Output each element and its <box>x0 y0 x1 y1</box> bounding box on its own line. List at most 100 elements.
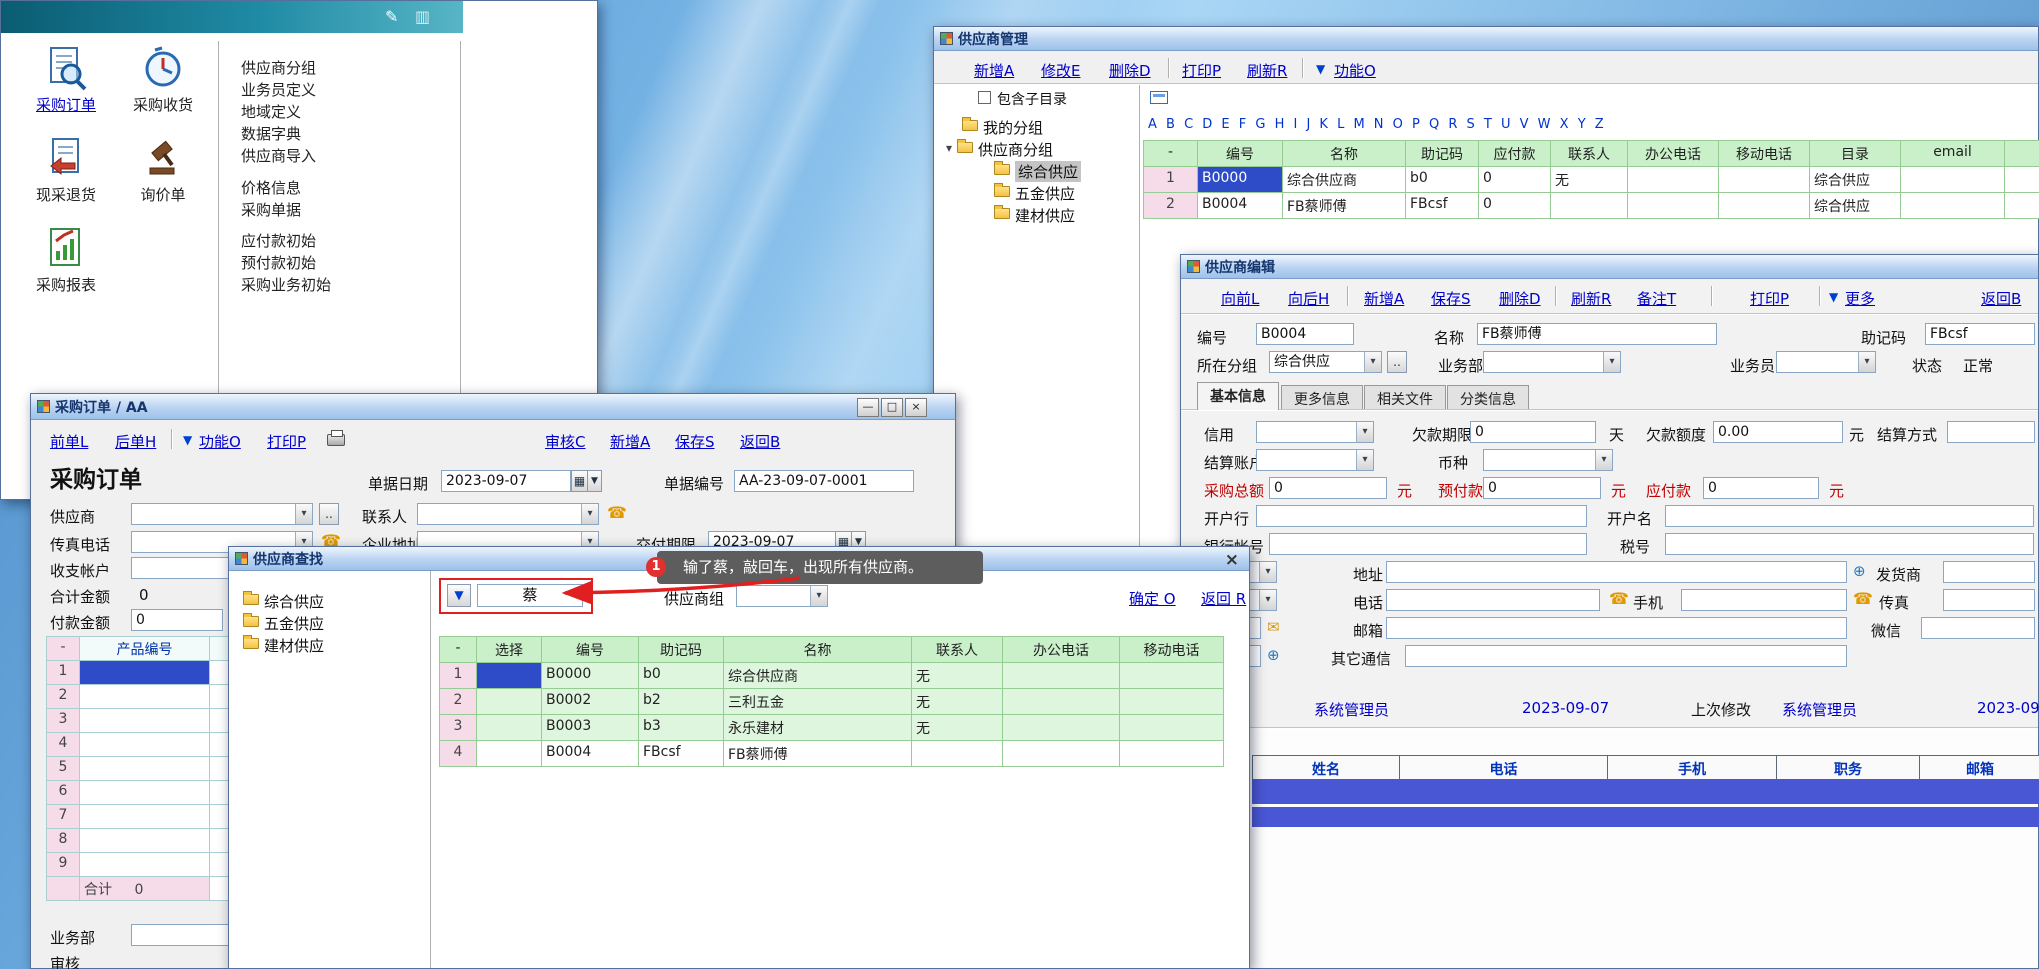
minimize-button[interactable]: — <box>857 398 879 417</box>
next-button[interactable]: 向后H <box>1288 288 1329 309</box>
prev-doc-button[interactable]: 前单L <box>50 431 88 452</box>
back-button[interactable]: 返回B <box>740 431 780 452</box>
refresh-button[interactable]: 刷新R <box>1247 60 1287 81</box>
bank-account-field[interactable] <box>1269 533 1587 555</box>
close-icon[interactable]: × <box>1225 552 1239 569</box>
wechat-field[interactable] <box>1921 617 2035 639</box>
supplier-group-combo[interactable] <box>736 585 828 607</box>
prepay-field[interactable]: 0 <box>1483 477 1601 499</box>
select-cell[interactable] <box>477 663 542 689</box>
save-button[interactable]: 保存S <box>1431 288 1471 309</box>
back-button[interactable]: 返回B <box>1981 288 2021 309</box>
alphabet-filter[interactable]: A B C D E F G H I J K L M N O P Q R S T … <box>1148 117 1604 132</box>
email-field[interactable] <box>1386 617 1847 639</box>
cell-code[interactable]: B0002 <box>542 689 639 715</box>
tree-item-hardware-suppliers[interactable]: 五金供应 <box>994 183 1075 204</box>
mobile-field[interactable] <box>1681 589 1847 611</box>
row-number-cell[interactable]: 3 <box>440 715 477 741</box>
add-button[interactable]: 新增A <box>1364 288 1404 309</box>
more-button[interactable]: 更多 <box>1845 288 1875 309</box>
cell-contact[interactable]: 无 <box>912 715 1003 741</box>
cell-mobile[interactable] <box>1120 689 1224 715</box>
doc-date-field[interactable]: 2023-09-07 <box>441 470 571 492</box>
cell-mobile[interactable] <box>1719 167 1810 193</box>
cell[interactable] <box>2005 193 2039 219</box>
edit-button[interactable]: 修改E <box>1041 60 1080 81</box>
cell-name[interactable]: 综合供应商 <box>724 663 912 689</box>
cell-payable[interactable]: 0 <box>1479 193 1551 219</box>
row-number-cell[interactable]: 4 <box>47 733 80 757</box>
cell-code[interactable]: B0000 <box>542 663 639 689</box>
ok-button[interactable]: 确定 O <box>1129 588 1176 609</box>
tree-item-hardware-suppliers[interactable]: 五金供应 <box>243 613 324 634</box>
code-field[interactable]: B0004 <box>1256 323 1354 345</box>
nav-inquiry[interactable]: 询价单 <box>115 135 211 205</box>
settle-method-field[interactable] <box>1947 421 2035 443</box>
phone-field[interactable] <box>1386 589 1600 611</box>
prev-button[interactable]: 向前L <box>1221 288 1259 309</box>
cell-office[interactable] <box>1003 741 1120 767</box>
tree-item-general-suppliers[interactable]: 综合供应 <box>994 161 1081 182</box>
cell-office[interactable] <box>1003 689 1120 715</box>
row-number-cell[interactable]: 3 <box>47 709 80 733</box>
panel-icon[interactable]: ▥ <box>415 9 430 25</box>
print-button[interactable]: 打印P <box>1750 288 1789 309</box>
product-cell[interactable] <box>80 805 210 829</box>
maximize-button[interactable]: □ <box>881 398 903 417</box>
expander-icon[interactable]: ▾ <box>946 141 952 155</box>
dept-combo[interactable] <box>1483 351 1621 373</box>
cell-mobile[interactable] <box>1120 663 1224 689</box>
menu-supplier-import[interactable]: 供应商导入 <box>241 145 316 166</box>
row-number-cell[interactable]: 1 <box>440 663 477 689</box>
nav-purchase-receive[interactable]: 采购收货 <box>115 45 211 115</box>
cell-name[interactable]: FB蔡师傅 <box>1283 193 1406 219</box>
browse-button[interactable]: .. <box>1387 351 1407 373</box>
product-cell[interactable] <box>80 661 210 685</box>
debt-term-field[interactable]: 0 <box>1470 421 1596 443</box>
menu-prepay-init[interactable]: 预付款初始 <box>241 252 316 273</box>
menu-supplier-group[interactable]: 供应商分组 <box>241 57 316 78</box>
product-cell[interactable] <box>80 853 210 877</box>
printer-icon[interactable] <box>327 434 345 446</box>
cell[interactable] <box>2005 167 2039 193</box>
fax-field[interactable] <box>1943 589 2035 611</box>
add-button[interactable]: 新增A <box>610 431 650 452</box>
nav-purchase-order[interactable]: 采购订单 <box>18 45 114 115</box>
row-number-cell[interactable]: 2 <box>1144 193 1198 219</box>
cell-code[interactable]: B0000 <box>1198 167 1283 193</box>
cell-contact[interactable] <box>912 741 1003 767</box>
functions-button[interactable]: 功能O <box>199 431 241 452</box>
cell-office[interactable] <box>1628 167 1719 193</box>
product-cell[interactable] <box>80 757 210 781</box>
cell-mobile[interactable] <box>1120 715 1224 741</box>
menu-payable-init[interactable]: 应付款初始 <box>241 230 316 251</box>
debt-limit-field[interactable]: 0.00 <box>1713 421 1843 443</box>
cell-code[interactable]: B0004 <box>1198 193 1283 219</box>
view-mode-icon[interactable] <box>1150 91 1168 104</box>
contact-row-selected[interactable] <box>1252 807 2039 827</box>
credit-combo[interactable] <box>1256 421 1374 443</box>
main-titlebar[interactable]: ✎ ▥ <box>1 1 463 33</box>
row-number-cell[interactable]: 2 <box>47 685 80 709</box>
cell-catalog[interactable]: 综合供应 <box>1810 167 1901 193</box>
tree-item-building-suppliers[interactable]: 建材供应 <box>994 205 1075 226</box>
browse-button[interactable]: .. <box>319 503 339 525</box>
nav-purchase-return[interactable]: 现采退货 <box>18 135 114 205</box>
currency-combo[interactable] <box>1483 449 1613 471</box>
date-dropdown-button[interactable]: ▼ <box>587 470 602 492</box>
supplier-combo[interactable] <box>131 503 313 525</box>
contact-row-selected[interactable] <box>1252 779 2039 804</box>
next-doc-button[interactable]: 后单H <box>115 431 156 452</box>
menu-salesman-define[interactable]: 业务员定义 <box>241 79 316 100</box>
contact-combo[interactable] <box>417 503 599 525</box>
row-number-cell[interactable]: 1 <box>47 661 80 685</box>
dept-field[interactable] <box>131 924 231 946</box>
name-field[interactable]: FB蔡师傅 <box>1477 323 1717 345</box>
row-number-cell[interactable]: 6 <box>47 781 80 805</box>
tab-related-files[interactable]: 相关文件 <box>1364 385 1446 409</box>
row-number-cell[interactable]: 7 <box>47 805 80 829</box>
cell-contact[interactable]: 无 <box>1551 167 1628 193</box>
payable-field[interactable]: 0 <box>1703 477 1819 499</box>
cell-mnemonic[interactable]: FBcsf <box>639 741 724 767</box>
tab-basic-info[interactable]: 基本信息 <box>1197 382 1279 410</box>
